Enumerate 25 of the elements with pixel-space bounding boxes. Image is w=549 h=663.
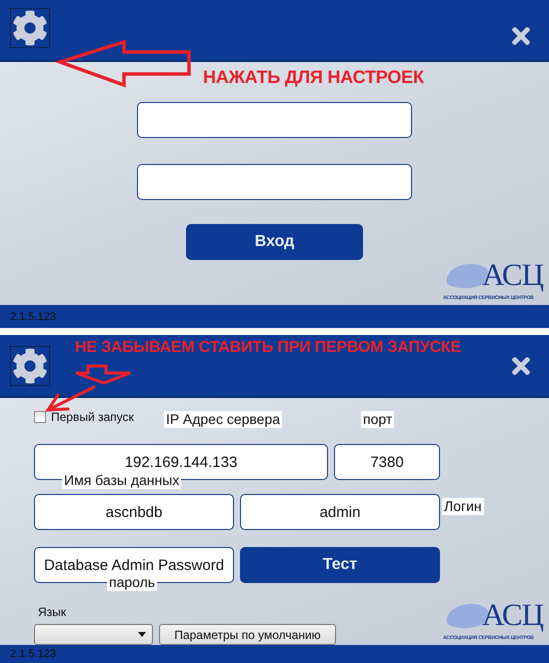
version-label: 2.1.5.123 xyxy=(10,648,56,660)
login-button[interactable]: Вход xyxy=(186,224,363,260)
logo-mark: АСЦ xyxy=(482,597,543,633)
input-field[interactable] xyxy=(137,102,412,138)
logo-mark: АСЦ xyxy=(482,257,543,293)
language-dropdown[interactable] xyxy=(34,624,153,645)
annotation-text: НЕ ЗАБЫВАЕМ СТАВИТЬ ПРИ ПЕРВОМ ЗАПУСКЕ xyxy=(75,339,461,357)
annotation-text: НАЖАТЬ ДЛЯ НАСТРОЕК xyxy=(203,67,424,88)
pointer-arrow-drawing xyxy=(44,385,96,413)
down-arrow-drawing xyxy=(74,362,132,386)
test-button[interactable]: Тест xyxy=(240,547,440,583)
settings-button[interactable] xyxy=(10,8,50,48)
login-field[interactable]: admin xyxy=(240,494,440,530)
database-field[interactable]: ascnbdb xyxy=(34,494,234,530)
port-field[interactable]: 7380 xyxy=(334,444,440,480)
annotation-label: порт xyxy=(361,411,394,428)
version-label: 2.1.5.123 xyxy=(10,310,56,322)
language-label: Язык xyxy=(38,605,66,619)
caret-icon xyxy=(138,632,146,637)
annotation-label: Имя базы данных xyxy=(62,472,182,489)
defaults-button[interactable]: Параметры по умолчанию xyxy=(159,624,336,645)
annotation-label: Логин xyxy=(442,498,484,515)
input-field[interactable] xyxy=(137,164,412,200)
annotation-label: IP Адрес сервера xyxy=(164,411,282,428)
settings-button[interactable] xyxy=(10,346,50,386)
